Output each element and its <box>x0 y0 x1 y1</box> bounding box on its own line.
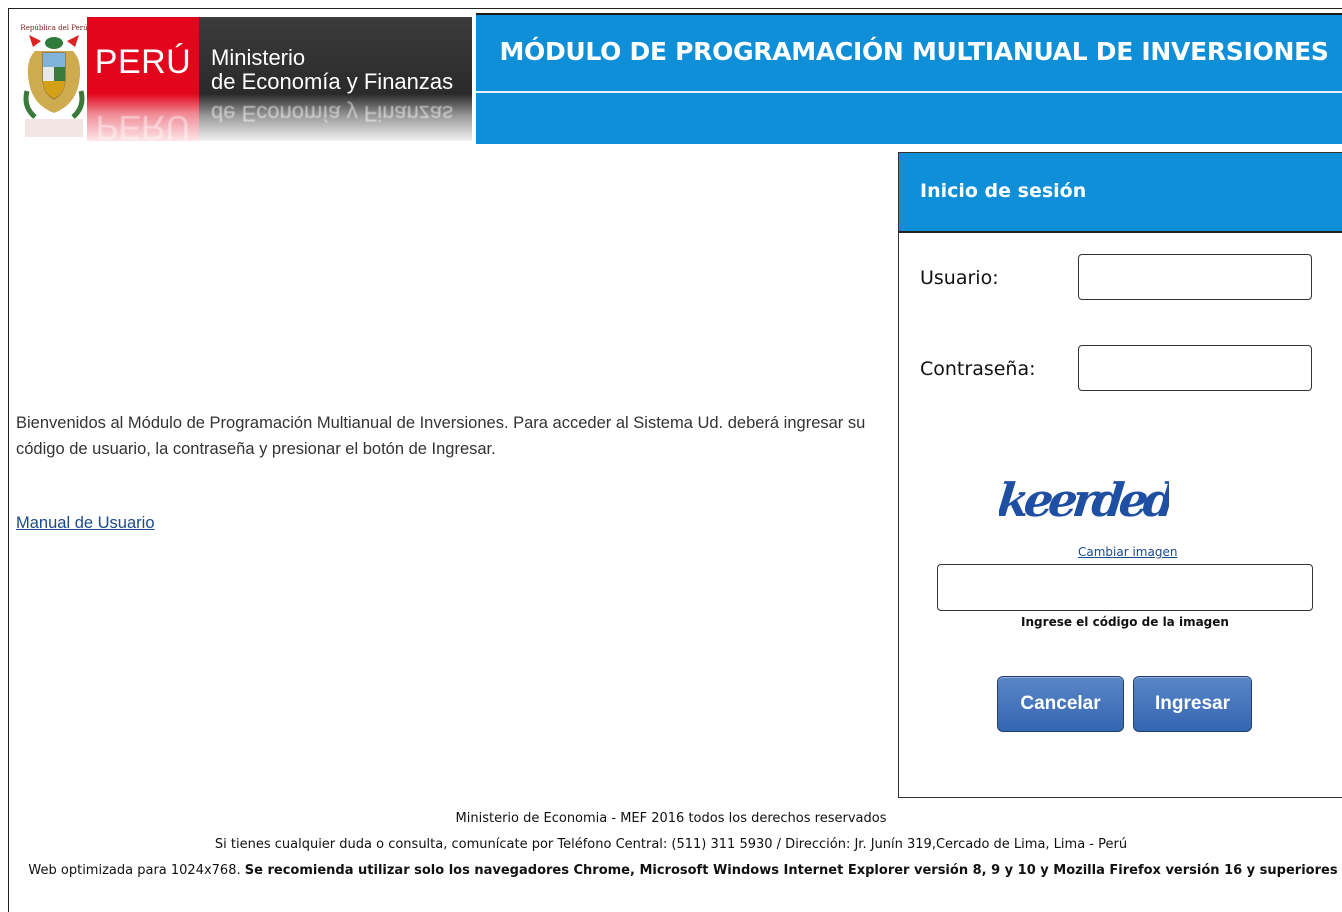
ministry-line1: Ministerio <box>211 45 306 70</box>
peru-red-box: PERÚ PERÚ <box>87 17 199 141</box>
mef-logo: República del Perú PERÚ PERÚ Ministerio … <box>17 17 472 141</box>
captcha-hint: Ingrese el código de la imagen <box>1021 615 1229 629</box>
password-input[interactable] <box>1078 345 1312 391</box>
title-divider <box>476 91 1342 93</box>
footer-browsers: Se recomienda utilizar solo los navegado… <box>244 863 1338 878</box>
footer: Ministerio de Economia - MEF 2016 todos … <box>0 806 1342 884</box>
footer-contact: Si tienes cualquier duda o consulta, com… <box>214 837 1128 852</box>
captcha-image: keerded <box>999 473 1169 527</box>
cancel-button[interactable]: Cancelar <box>997 676 1124 732</box>
captcha-input[interactable] <box>937 564 1313 611</box>
change-image-link[interactable]: Cambiar imagen <box>1078 545 1177 559</box>
user-input[interactable] <box>1078 254 1312 300</box>
republic-label: República del Perú <box>21 24 87 32</box>
login-title: Inicio de sesión <box>920 180 1087 202</box>
title-bar: MÓDULO DE PROGRAMACIÓN MULTIANUAL DE INV… <box>476 13 1342 144</box>
country-label-reflection: PERÚ <box>95 108 191 141</box>
ministry-reflection: de Economía y Finanzas <box>211 101 454 126</box>
login-header: Inicio de sesión <box>899 153 1342 233</box>
password-label: Contraseña: <box>920 358 1036 380</box>
captcha-text: keerded <box>999 473 1169 527</box>
footer-optimized: Web optimizada para 1024x768. <box>28 863 241 878</box>
footer-browsers-line: Web optimizada para 1024x768. Se recomie… <box>0 858 1342 884</box>
login-panel: Inicio de sesión Usuario: Contraseña: ke… <box>898 152 1342 798</box>
user-manual-link[interactable]: Manual de Usuario <box>16 514 155 533</box>
user-label: Usuario: <box>920 267 999 289</box>
welcome-text: Bienvenidos al Módulo de Programación Mu… <box>16 414 866 458</box>
ministry-box: Ministerio de Economía y Finanzas de Eco… <box>199 17 472 141</box>
submit-button[interactable]: Ingresar <box>1133 676 1252 732</box>
app-title: MÓDULO DE PROGRAMACIÓN MULTIANUAL DE INV… <box>499 37 1329 66</box>
ministry-line2: de Economía y Finanzas <box>211 69 454 94</box>
country-label: PERÚ <box>94 43 192 81</box>
footer-copyright: Ministerio de Economia - MEF 2016 todos … <box>455 811 887 826</box>
coat-of-arms-icon: República del Perú <box>21 24 87 137</box>
